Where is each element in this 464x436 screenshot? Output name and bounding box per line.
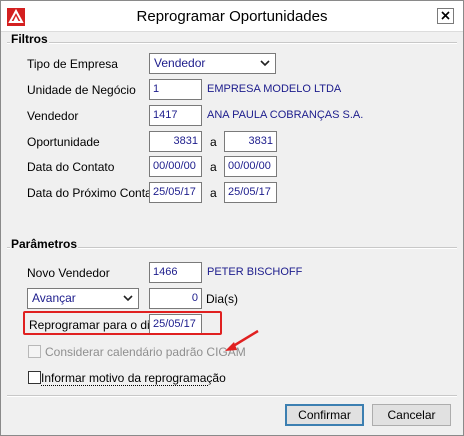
vendedor-label: Vendedor [27, 109, 79, 123]
data-proximo-to-input[interactable]: 25/05/17 [224, 182, 277, 203]
vendedor-name: ANA PAULA COBRANÇAS S.A. [207, 109, 364, 121]
motivo-label: Informar motivo da reprogramação [41, 371, 226, 385]
data-contato-label: Data do Contato [27, 160, 115, 174]
vendedor-code-input[interactable]: 1417 [149, 105, 202, 126]
dialog-window: Reprogramar Oportunidades Filtros Tipo d… [0, 0, 464, 436]
unidade-negocio-code-input[interactable]: 1 [149, 79, 202, 100]
annotation-arrow-icon [225, 329, 259, 351]
chevron-down-icon [260, 60, 270, 67]
data-proximo-sep: a [210, 186, 217, 200]
filtros-title: Filtros [10, 32, 49, 46]
data-proximo-label: Data do Próximo Contato [27, 186, 162, 200]
highlight-box [23, 311, 222, 335]
title-bar: Reprogramar Oportunidades [1, 1, 463, 32]
data-proximo-from-input[interactable]: 25/05/17 [149, 182, 202, 203]
dias-input[interactable]: 0 [149, 288, 202, 309]
data-contato-to-input[interactable]: 00/00/00 [224, 156, 277, 177]
data-contato-sep: a [210, 160, 217, 174]
tipo-empresa-select[interactable]: Vendedor [149, 53, 276, 74]
calendario-label: Considerar calendário padrão CIGAM [45, 345, 246, 359]
unidade-negocio-name: EMPRESA MODELO LTDA [207, 83, 342, 95]
close-button[interactable] [437, 8, 454, 24]
cancel-button[interactable]: Cancelar [372, 404, 451, 426]
close-icon [441, 11, 450, 20]
parametros-title: Parâmetros [10, 237, 79, 251]
calendario-checkbox[interactable] [28, 345, 41, 358]
motivo-focus-underline [41, 385, 208, 386]
novo-vendedor-code-input[interactable]: 1466 [149, 262, 202, 283]
tipo-empresa-value: Vendedor [154, 56, 206, 70]
confirm-button[interactable]: Confirmar [285, 404, 364, 426]
motivo-checkbox[interactable] [28, 371, 41, 384]
oportunidade-label: Oportunidade [27, 135, 100, 149]
acao-value: Avançar [32, 291, 76, 305]
oportunidade-to-input[interactable]: 3831 [224, 131, 277, 152]
window-title: Reprogramar Oportunidades [136, 8, 328, 25]
data-contato-from-input[interactable]: 00/00/00 [149, 156, 202, 177]
buttons-divider [7, 395, 457, 397]
novo-vendedor-name: PETER BISCHOFF [207, 266, 303, 278]
filtros-divider [7, 42, 457, 44]
unidade-negocio-label: Unidade de Negócio [27, 83, 136, 97]
novo-vendedor-label: Novo Vendedor [27, 266, 110, 280]
oportunidade-from-input[interactable]: 3831 [149, 131, 202, 152]
dias-label: Dia(s) [206, 292, 238, 306]
oportunidade-sep: a [210, 135, 217, 149]
chevron-down-icon [123, 295, 133, 302]
acao-select[interactable]: Avançar [27, 288, 139, 309]
tipo-empresa-label: Tipo de Empresa [27, 57, 118, 71]
